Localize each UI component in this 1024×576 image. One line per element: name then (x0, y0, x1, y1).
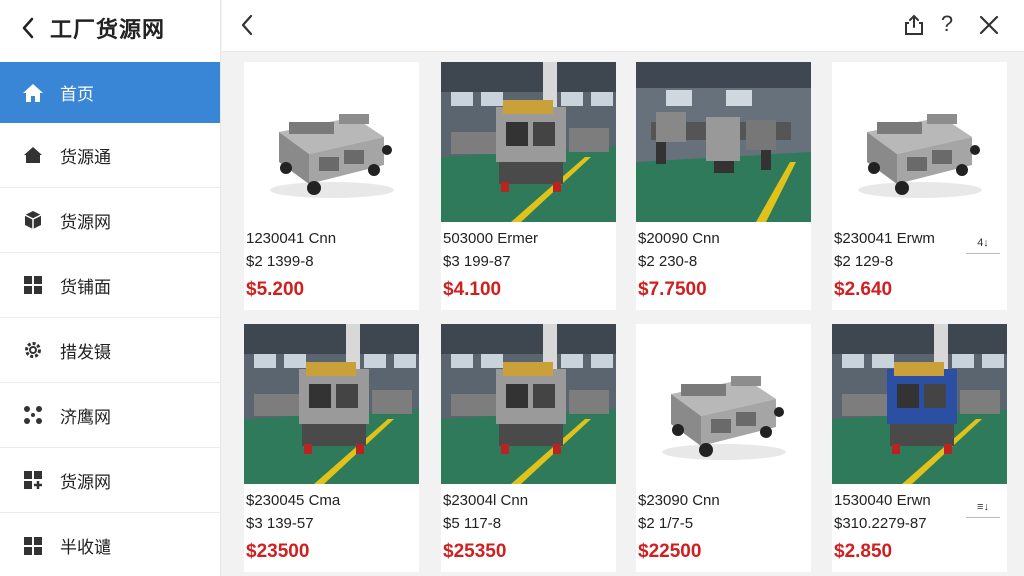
sort-toggle[interactable]: 4↓ (966, 232, 1000, 254)
top-bar: ? (222, 0, 1024, 52)
product-image (636, 62, 811, 222)
product-price: $5.200 (246, 279, 305, 300)
product-grid: 1230041 Cnn $2 1399-8 $5.200 503000 Erme… (244, 62, 1010, 576)
product-code: $230041 Erwm (834, 230, 935, 247)
product-card[interactable]: $20090 Cnn $2 230-8 $7.7500 (636, 62, 811, 310)
product-price: $2.850 (834, 541, 893, 562)
sort-toggle[interactable]: ≡↓ (966, 496, 1000, 518)
nodes-icon (22, 404, 44, 426)
product-price: $22500 (638, 541, 702, 562)
product-card[interactable]: 1230041 Cnn $2 1399-8 $5.200 (244, 62, 419, 310)
product-card[interactable]: $230041 Erwm $2 129-8 $2.640 4↓ (832, 62, 1007, 310)
product-image (441, 324, 616, 484)
product-subprice: $2 1399-8 (246, 253, 314, 270)
product-code: $20090 Cnn (638, 230, 720, 247)
help-button[interactable]: ? (936, 11, 958, 39)
product-image (244, 324, 419, 484)
product-code: 1230041 Cnn (246, 230, 337, 247)
product-image (832, 62, 1007, 222)
back-button[interactable] (240, 14, 262, 38)
product-code: $23004l Cnn (443, 492, 529, 509)
gear-icon (22, 339, 44, 361)
product-subprice: $3 199-87 (443, 253, 511, 270)
sidebar-item-label: 货铺面 (60, 277, 111, 298)
app-window: 工厂货源网 首页 货源通 货源网 货铺面 措发镊 济鹰网 货源网 半收谴 ? 1… (0, 0, 1024, 576)
sidebar-item-label: 货源通 (60, 147, 111, 168)
product-price: $4.100 (443, 279, 502, 300)
sidebar-item-home[interactable]: 首页 (0, 62, 220, 123)
chevron-left-icon (22, 17, 34, 39)
product-code: 503000 Ermer (443, 230, 539, 247)
product-code: $23090 Cnn (638, 492, 720, 509)
house-icon (22, 144, 44, 166)
sidebar-item-network[interactable]: 货源网 (0, 188, 220, 253)
product-subprice: $3 139-57 (246, 515, 314, 532)
sidebar-item-label: 货源网 (60, 472, 111, 493)
product-image (441, 62, 616, 222)
product-image (244, 62, 419, 222)
sidebar: 工厂货源网 首页 货源通 货源网 货铺面 措发镊 济鹰网 货源网 半收谴 (0, 0, 221, 576)
sidebar-item-label: 首页 (60, 85, 94, 105)
grid-icon (22, 535, 44, 557)
product-image (636, 324, 811, 484)
product-code: 1530040 Erwn (834, 492, 931, 509)
product-subprice: $2 129-8 (834, 253, 894, 270)
chevron-left-icon (241, 14, 253, 36)
sidebar-header: 工厂货源网 (0, 0, 220, 56)
product-card[interactable]: 1530040 Erwn $310.2279-87 $2.850 ≡↓ (832, 324, 1007, 572)
close-icon (979, 15, 999, 35)
product-card[interactable]: $230045 Cma $3 139-57 $23500 (244, 324, 419, 572)
sidebar-item-storefront[interactable]: 货铺面 (0, 253, 220, 318)
sidebar-item-eagle[interactable]: 济鹰网 (0, 383, 220, 448)
sidebar-item-dispatch[interactable]: 措发镊 (0, 318, 220, 383)
product-price: $23500 (246, 541, 310, 562)
product-subprice: $5 117-8 (443, 515, 502, 532)
product-price: $2.640 (834, 279, 893, 300)
product-image (832, 324, 1007, 484)
product-card[interactable]: $23004l Cnn $5 117-8 $25350 (441, 324, 616, 572)
grid-icon (22, 274, 44, 296)
box-icon (22, 209, 44, 231)
product-price: $25350 (443, 541, 507, 562)
close-button[interactable] (978, 14, 1002, 38)
sidebar-item-harvest[interactable]: 半收谴 (0, 513, 220, 576)
app-title: 工厂货源网 (50, 18, 166, 43)
sidebar-item-network-2[interactable]: 货源网 (0, 448, 220, 513)
product-price: $7.7500 (638, 279, 707, 300)
home-icon (22, 82, 44, 104)
share-icon (905, 14, 923, 35)
product-subprice: $2 1/7-5 (638, 515, 694, 532)
sidebar-item-sources[interactable]: 货源通 (0, 123, 220, 188)
product-code: $230045 Cma (246, 492, 341, 509)
sidebar-item-label: 济鹰网 (60, 407, 111, 428)
sidebar-item-label: 措发镊 (60, 342, 111, 363)
sidebar-item-label: 半收谴 (60, 538, 111, 558)
share-button[interactable] (904, 14, 926, 38)
product-card[interactable]: 503000 Ermer $3 199-87 $4.100 (441, 62, 616, 310)
product-card[interactable]: $23090 Cnn $2 1/7-5 $22500 (636, 324, 811, 572)
sidebar-back-button[interactable] (16, 16, 40, 40)
product-subprice: $2 230-8 (638, 253, 698, 270)
cube-plus-icon (22, 469, 44, 491)
sidebar-item-label: 货源网 (60, 212, 111, 233)
product-subprice: $310.2279-87 (834, 515, 927, 532)
